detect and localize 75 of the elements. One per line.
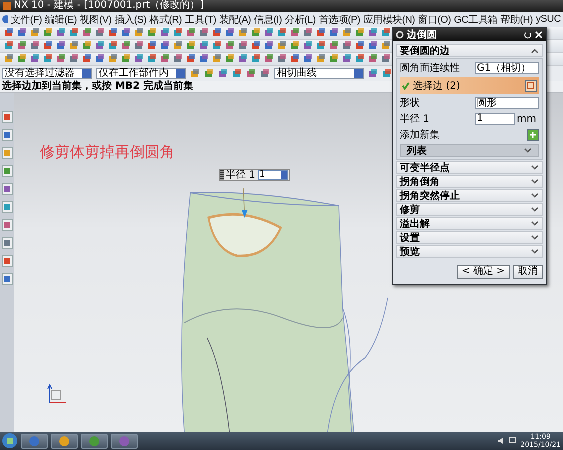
cancel-button[interactable]: 取消 [513,265,543,279]
menu-item[interactable]: 工具(T) [185,12,216,26]
continuity-dropdown[interactable]: G1（相切） [475,62,539,74]
field-label: 圆角面连续性 [400,62,460,75]
start-button-icon[interactable] [2,433,18,449]
unit-label: mm [517,114,536,124]
tool-icon[interactable] [2,237,12,249]
menu-item[interactable]: 信息(I) [254,12,282,26]
menu-item[interactable]: 窗口(O) [418,12,452,26]
section-header[interactable]: 预览 [396,245,543,258]
menu-item[interactable]: 分析(L) [285,12,316,26]
menu-item[interactable]: 帮助(H) [500,12,534,26]
tool-icon[interactable] [2,111,12,123]
tool-icon[interactable] [2,147,12,159]
selection-filter-dropdown[interactable]: 没有选择过滤器 [2,68,92,79]
section-header[interactable]: 设置 [396,231,543,244]
dialog-title: 边倒圆 [407,28,438,42]
reset-icon[interactable] [524,30,532,38]
app-icon [89,436,100,446]
menu-item[interactable]: ySUC [536,14,561,25]
menu-item[interactable]: 编辑(E) [45,12,77,26]
app-icon [29,436,40,446]
section-header[interactable]: 可变半径点 [396,161,543,174]
tool-icon[interactable] [2,201,12,213]
menu-item[interactable]: 装配(A) [219,12,252,26]
menu-item[interactable]: 插入(S) [114,12,147,26]
tool-icon[interactable] [2,273,12,285]
plus-icon [529,131,537,139]
ok-button[interactable]: < 确定 > [456,265,510,279]
radius-input-tooltip[interactable]: 半径 1 1 [219,169,290,181]
select-edge-row[interactable]: 选择边 (2) [400,77,539,94]
list-header[interactable]: 列表 [400,144,539,157]
menu-item[interactable]: 应用模块(N) [363,12,416,26]
shape-dropdown[interactable]: 圆形 [475,97,539,109]
app-icon [59,436,70,446]
check-icon [402,82,410,90]
tool-icon[interactable] [2,219,12,231]
edge-select-button[interactable] [525,80,537,92]
taskbar-app-button[interactable] [51,434,78,448]
radius-label: 半径 1 [226,168,256,182]
window-title: NX 10 - 建模 - [1007001.prt（修改的）] [14,0,204,12]
volume-icon[interactable] [496,437,505,445]
tool-icon[interactable] [2,165,12,177]
section-header[interactable]: 拐角倒角 [396,175,543,188]
curve-rule-dropdown[interactable]: 相切曲线 [274,68,364,79]
radius-input[interactable]: 1 [258,170,288,180]
section-header[interactable]: 修剪 [396,203,543,216]
scope-dropdown[interactable]: 仅在工作部件内 [96,68,186,79]
select-edge-label: 选择边 (2) [413,80,460,92]
menu-item[interactable]: 格式(R) [150,12,182,26]
add-set-button[interactable] [527,129,539,141]
menu-item[interactable]: GC工具箱 [454,12,498,26]
field-label: 形状 [400,96,420,110]
annotation-text: 修剪体剪掉再倒圆角 [40,143,175,162]
settings-icon[interactable] [396,30,404,38]
section-header[interactable]: 拐角突然停止 [396,189,543,202]
app-logo-icon [3,2,11,10]
section-header[interactable]: 要倒圆的边 [396,44,543,57]
tool-icon[interactable] [2,255,12,267]
field-label: 添加新集 [400,128,440,142]
square-icon [527,82,535,90]
section-header[interactable]: 溢出解 [396,217,543,230]
taskbar-app-button[interactable] [111,434,138,448]
close-icon[interactable] [535,30,543,38]
app-icon [119,436,130,446]
taskbar-app-button[interactable] [81,434,108,448]
menu-item[interactable]: 首选项(P) [318,12,360,26]
menu-item[interactable]: 文件(F) [10,12,42,26]
tool-icon[interactable] [2,183,12,195]
menu-item[interactable]: 视图(V) [80,12,112,26]
tool-icon[interactable] [2,129,12,141]
network-icon[interactable] [508,437,517,445]
field-label: 半径 1 [400,112,430,126]
radius-input[interactable]: 1 [475,113,515,125]
app-menu-icon[interactable] [2,15,8,24]
